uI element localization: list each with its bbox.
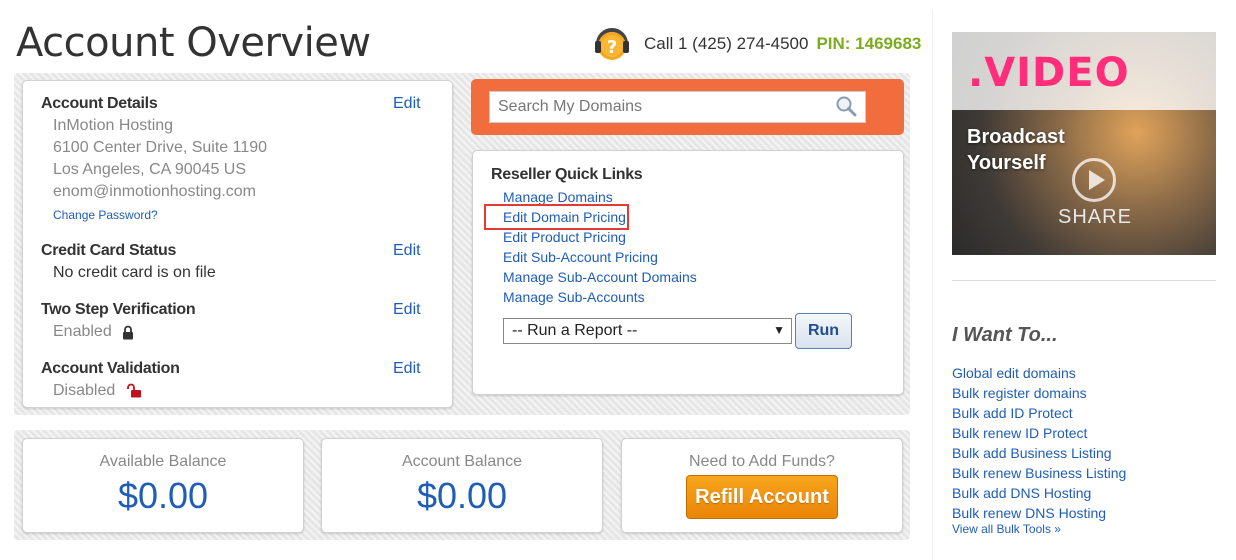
lock-icon <box>122 325 134 345</box>
support-phone: Call 1 (425) 274-4500 <box>644 34 809 53</box>
svg-text:?: ? <box>607 37 617 58</box>
run-report-button[interactable]: Run <box>795 313 852 349</box>
bulk-tool-link[interactable]: Bulk add ID Protect <box>952 405 1073 421</box>
account-balance-value: $0.00 <box>416 475 508 516</box>
add-funds-label: Need to Add Funds? <box>689 453 835 470</box>
available-balance-card: Available Balance $0.00 <box>22 438 304 533</box>
available-balance-value: $0.00 <box>117 475 209 516</box>
account-details-edit-link[interactable]: Edit <box>393 95 421 113</box>
headset-help-icon: ? <box>592 24 632 64</box>
bulk-tool-link[interactable]: Bulk add DNS Hosting <box>952 485 1091 501</box>
highlight-box <box>484 204 629 230</box>
credit-card-title: Credit Card Status <box>41 242 177 259</box>
quick-links-card: Reseller Quick Links Manage Domains Edit… <box>472 150 904 395</box>
dropdown-arrow-icon: ▼ <box>773 323 785 337</box>
search-icon[interactable] <box>835 95 857 122</box>
video-ad-banner[interactable]: .VIDEO Broadcast Yourself SHARE <box>952 32 1216 255</box>
account-email: enom@inmotionhosting.com <box>53 183 257 200</box>
quick-link-manage-sub-accounts[interactable]: Manage Sub-Accounts <box>503 289 645 305</box>
two-step-edit-link[interactable]: Edit <box>393 301 421 319</box>
bulk-tool-link[interactable]: Bulk renew DNS Hosting <box>952 505 1106 521</box>
credit-card-status: No credit card is on file <box>53 264 216 281</box>
view-all-bulk-tools-link[interactable]: View all Bulk Tools » <box>952 522 1061 536</box>
bulk-tool-link[interactable]: Bulk renew ID Protect <box>952 425 1087 441</box>
sidebar-divider <box>932 10 933 560</box>
run-report-select[interactable]: -- Run a Report -- ▼ <box>503 318 792 344</box>
search-domains-input[interactable] <box>489 91 866 123</box>
two-step-title: Two Step Verification <box>41 301 196 318</box>
sidebar-separator <box>952 280 1216 281</box>
ad-share-text: SHARE <box>1058 206 1132 228</box>
address-line: Los Angeles, CA 90045 US <box>53 161 247 178</box>
credit-card-edit-link[interactable]: Edit <box>393 242 421 260</box>
bulk-tool-link[interactable]: Bulk add Business Listing <box>952 445 1112 461</box>
available-balance-label: Available Balance <box>99 453 227 470</box>
two-step-status: Enabled <box>53 323 112 340</box>
account-details-title: Account Details <box>41 95 158 112</box>
ad-logo: .VIDEO <box>968 50 1130 96</box>
bulk-tool-link[interactable]: Bulk renew Business Listing <box>952 465 1126 481</box>
validation-title: Account Validation <box>41 360 180 377</box>
support-info: ? Call 1 (425) 274-4500 PIN: 1469683 <box>592 24 921 64</box>
bulk-tool-link[interactable]: Bulk register domains <box>952 385 1087 401</box>
quick-link-edit-product-pricing[interactable]: Edit Product Pricing <box>503 229 626 245</box>
page-title: Account Overview <box>16 20 371 66</box>
search-panel <box>471 79 904 135</box>
account-balance-label: Account Balance <box>401 453 523 470</box>
quick-link-edit-sub-account-pricing[interactable]: Edit Sub-Account Pricing <box>503 249 658 265</box>
play-icon <box>1072 158 1116 202</box>
add-funds-card: Need to Add Funds? Refill Account <box>621 438 903 533</box>
unlock-icon <box>127 383 142 403</box>
account-balance-card: Account Balance $0.00 <box>321 438 603 533</box>
address-line: 6100 Center Drive, Suite 1190 <box>53 139 268 156</box>
validation-status: Disabled <box>53 382 116 399</box>
validation-edit-link[interactable]: Edit <box>393 360 421 378</box>
refill-account-button[interactable]: Refill Account <box>686 475 838 519</box>
change-password-link[interactable]: Change Password? <box>53 208 158 222</box>
account-details-card: Account Details Edit InMotion Hosting 61… <box>22 80 453 408</box>
support-pin: PIN: 1469683 <box>816 34 922 53</box>
bulk-tool-link[interactable]: Global edit domains <box>952 365 1076 381</box>
quick-link-manage-sub-account-domains[interactable]: Manage Sub-Account Domains <box>503 269 697 285</box>
address-line: InMotion Hosting <box>53 117 174 134</box>
quick-link-manage-domains[interactable]: Manage Domains <box>503 189 613 205</box>
quick-links-title: Reseller Quick Links <box>491 166 643 183</box>
run-report-select-value: -- Run a Report -- <box>512 322 638 339</box>
i-want-to-title: I Want To... <box>952 324 1058 346</box>
